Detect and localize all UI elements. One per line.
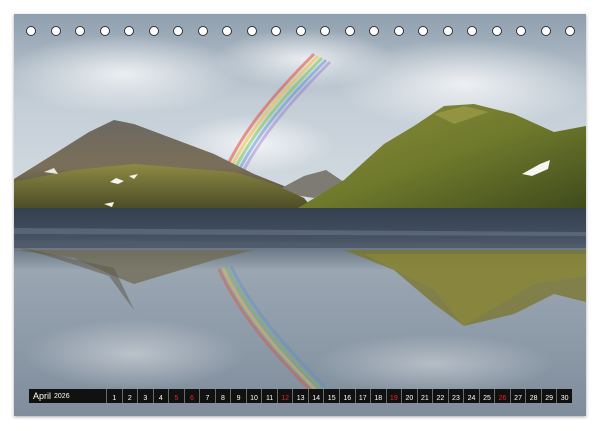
day-cell: 25	[478, 389, 495, 403]
day-cell: 11	[261, 389, 277, 403]
calendar-page: April 2026 1 2 3 4 5 6 7 8 9 10 11 12 13 14 15 16 17 18 19…	[0, 0, 600, 431]
binding-hole	[565, 26, 575, 36]
spiral-binding	[14, 14, 586, 48]
binding-hole	[124, 26, 134, 36]
calendar-sheet: April 2026 1 2 3 4 5 6 7 8 9 10 11 12 13 14 15 16 17 18 19…	[14, 14, 586, 416]
day-cell: 19	[385, 389, 402, 403]
binding-hole	[75, 26, 85, 36]
month-label: April 2026	[29, 389, 106, 403]
day-cell: 1	[106, 389, 122, 403]
binding-hole	[467, 26, 477, 36]
binding-hole	[393, 26, 404, 36]
landscape-photo	[14, 14, 586, 416]
binding-hole	[99, 26, 110, 36]
day-cell: 7	[199, 389, 215, 403]
day-cell: 3	[137, 389, 153, 403]
binding-hole	[540, 26, 551, 36]
binding-hole	[344, 26, 355, 36]
day-cell: 29	[540, 389, 557, 403]
day-cell: 5	[168, 389, 184, 403]
day-cells: 1 2 3 4 5 6 7 8 9 10 11 12 13 14 15 16 17 18 19 20 21 22 23 24 2…	[106, 389, 572, 403]
binding-hole	[369, 26, 379, 36]
day-cell: 9	[230, 389, 246, 403]
day-cell: 17	[354, 389, 371, 403]
day-cell: 30	[556, 389, 572, 403]
day-cell: 6	[183, 389, 200, 403]
day-cell: 4	[152, 389, 169, 403]
day-cell: 22	[432, 389, 448, 403]
month-name: April	[33, 391, 52, 401]
day-cell: 23	[447, 389, 464, 403]
binding-hole	[148, 26, 159, 36]
binding-hole	[246, 26, 257, 36]
day-cell: 14	[307, 389, 324, 403]
month-year: 2026	[54, 392, 70, 400]
binding-hole	[197, 26, 208, 36]
day-cell: 2	[121, 389, 138, 403]
binding-hole	[491, 26, 502, 36]
binding-hole	[26, 26, 36, 36]
day-cell: 13	[292, 389, 308, 403]
binding-hole	[516, 26, 526, 36]
day-cell: 20	[401, 389, 417, 403]
binding-hole	[320, 26, 330, 36]
binding-hole	[271, 26, 281, 36]
binding-hole	[442, 26, 453, 36]
day-cell: 16	[338, 389, 355, 403]
day-cell: 26	[494, 389, 510, 403]
binding-hole	[418, 26, 428, 36]
binding-hole	[173, 26, 183, 36]
day-cell: 12	[276, 389, 293, 403]
day-cell: 24	[463, 389, 479, 403]
month-calendar-strip: April 2026 1 2 3 4 5 6 7 8 9 10 11 12 13 14 15 16 17 18 19…	[29, 389, 572, 403]
day-cell: 10	[245, 389, 262, 403]
day-cell: 28	[525, 389, 541, 403]
binding-hole	[50, 26, 61, 36]
binding-hole	[295, 26, 306, 36]
day-cell: 21	[416, 389, 433, 403]
day-cell: 8	[214, 389, 231, 403]
day-cell: 27	[509, 389, 526, 403]
day-cell: 15	[323, 389, 339, 403]
day-cell: 18	[370, 389, 386, 403]
binding-hole	[222, 26, 232, 36]
